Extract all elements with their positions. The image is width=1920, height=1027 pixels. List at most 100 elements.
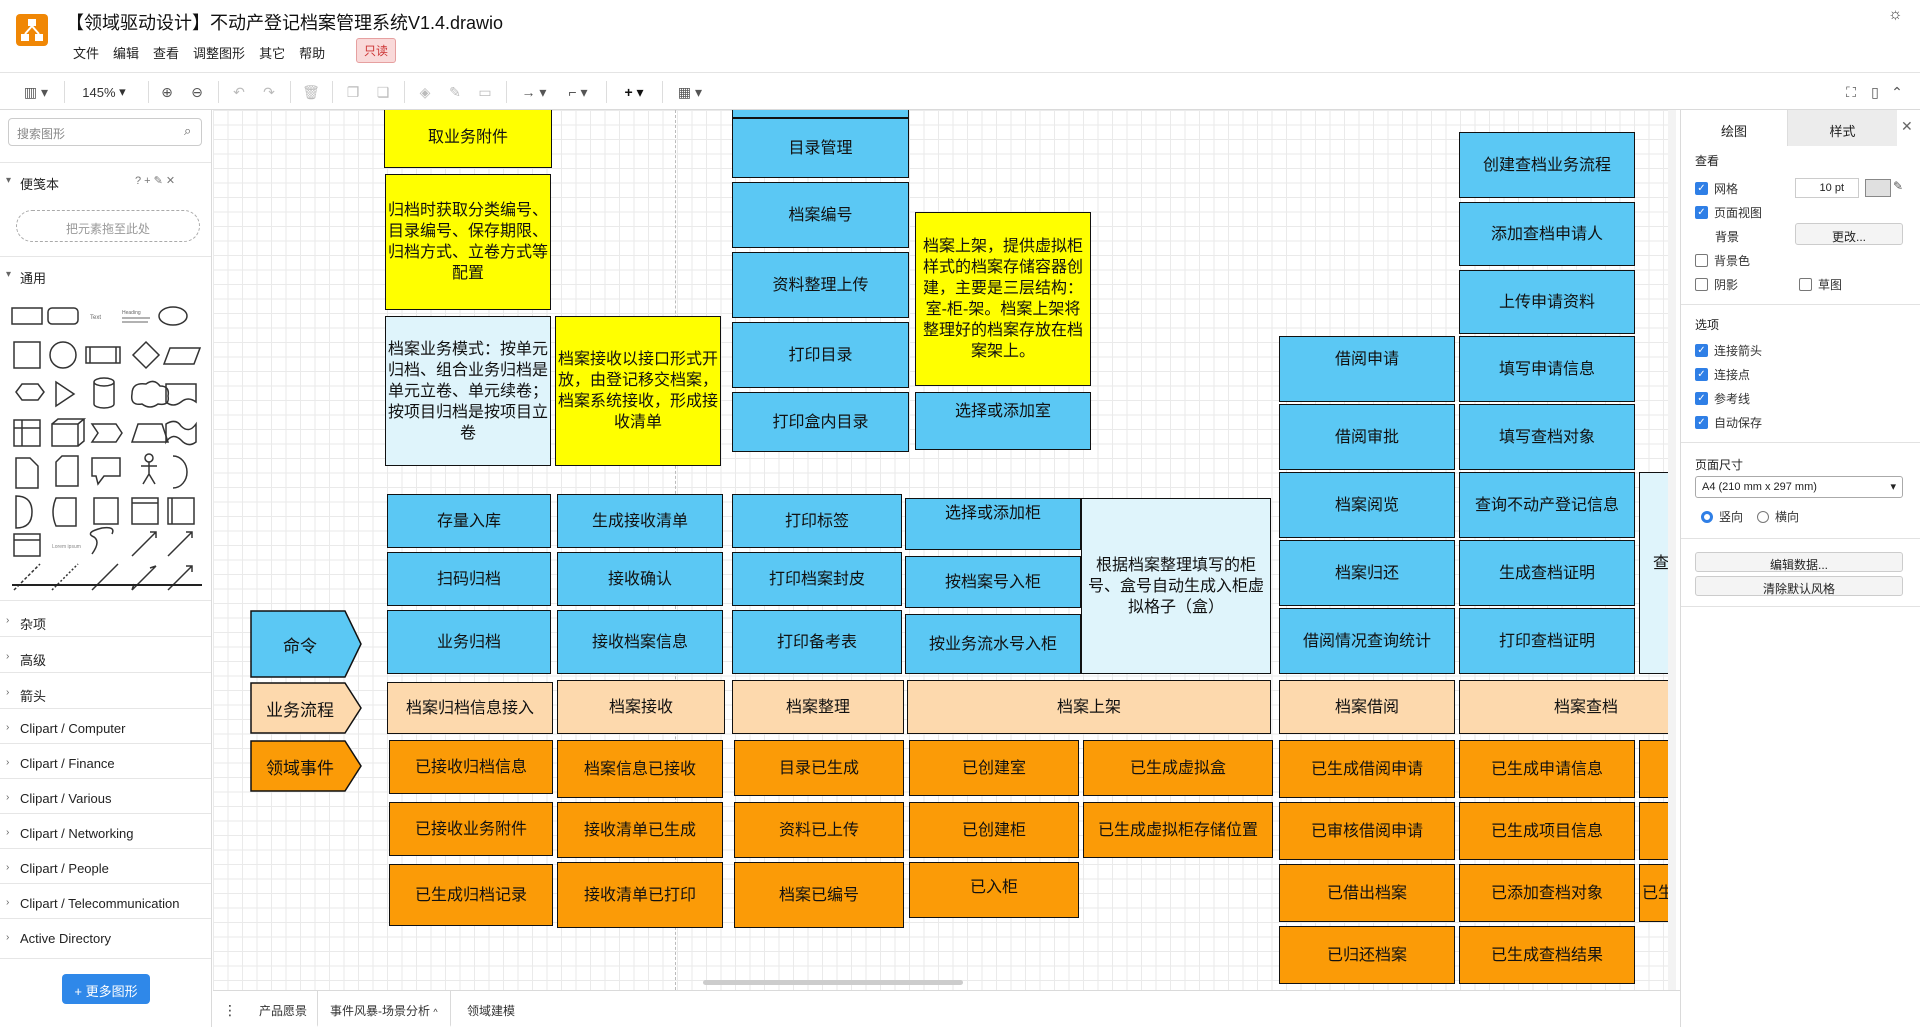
collapse-icon[interactable]: ⌃ <box>1886 81 1908 103</box>
event-box[interactable]: 已生成查档结果 <box>1459 926 1635 984</box>
menu-edit[interactable]: 编辑 <box>106 40 146 62</box>
more-shapes-button[interactable]: + 更多图形 <box>62 974 150 1004</box>
command-box[interactable]: 目录管理 <box>732 118 909 178</box>
command-box[interactable]: 借阅情况查询统计 <box>1279 608 1455 674</box>
readonly-badge[interactable]: 只读 <box>356 38 397 63</box>
command-box[interactable]: 打印标签 <box>732 494 902 548</box>
command-box[interactable]: 接收确认 <box>557 552 723 606</box>
clear-default-style-button[interactable]: 清除默认风格 <box>1695 576 1903 596</box>
menu-file[interactable]: 文件 <box>66 40 106 62</box>
section-clipart-networking[interactable]: › Clipart / Networking <box>0 818 211 848</box>
command-box[interactable]: 借阅申请 <box>1279 336 1455 402</box>
diagram-canvas[interactable]: 命令 业务流程 领域事件 取业务附件 归档时获取分类编号、目录编号、保存期限、归… <box>213 110 1670 990</box>
section-clipart-various[interactable]: › Clipart / Various <box>0 783 211 813</box>
command-box[interactable]: 填写查档对象 <box>1459 404 1635 470</box>
sticky-note[interactable]: 取业务附件 <box>384 110 552 168</box>
command-box[interactable]: 档案归还 <box>1279 540 1455 606</box>
sticky-note[interactable]: 档案接收以接口形式开放，由登记移交档案，档案系统接收，形成接收清单 <box>555 316 721 466</box>
event-box[interactable]: 接收清单已打印 <box>557 862 723 928</box>
section-advanced[interactable]: › 高级 <box>0 642 211 672</box>
toggle-format-icon[interactable]: ▯ <box>1864 81 1886 103</box>
event-box[interactable]: 已入柜 <box>909 862 1079 918</box>
scratchpad-header[interactable]: ▾ 便笺本 <box>0 166 211 196</box>
shadow-checkbox[interactable]: 阴影 <box>1695 276 1738 293</box>
section-clipart-people[interactable]: › Clipart / People <box>0 853 211 883</box>
connection-arrow-icon[interactable]: → ▾ <box>516 81 552 103</box>
event-box[interactable]: 已生成项目信息 <box>1459 802 1635 860</box>
command-box[interactable]: 按业务流水号入柜 <box>905 614 1081 674</box>
event-box-partial[interactable] <box>1639 740 1670 798</box>
tab-diagram[interactable]: 绘图 <box>1681 110 1787 146</box>
event-box[interactable]: 已审核借阅申请 <box>1279 802 1455 860</box>
event-box[interactable]: 档案信息已接收 <box>557 740 723 798</box>
zoom-select[interactable]: 145% ▾ <box>74 81 134 103</box>
section-misc[interactable]: › 杂项 <box>0 606 211 636</box>
section-clipart-finance[interactable]: › Clipart / Finance <box>0 748 211 778</box>
flow-box[interactable]: 档案借阅 <box>1279 680 1455 734</box>
edit-data-button[interactable]: 编辑数据... <box>1695 552 1903 572</box>
connection-arrows-checkbox[interactable]: ✓ 连接箭头 <box>1695 342 1762 359</box>
connection-points-checkbox[interactable]: ✓ 连接点 <box>1695 366 1750 383</box>
command-box[interactable]: 选择或添加柜 <box>905 498 1081 550</box>
event-box[interactable]: 已接收归档信息 <box>389 740 553 794</box>
event-box[interactable]: 已创建柜 <box>909 802 1079 858</box>
portrait-radio[interactable]: 竖向 <box>1701 508 1743 525</box>
command-box[interactable]: 添加查档申请人 <box>1459 202 1635 266</box>
fullscreen-icon[interactable]: ⛶ <box>1840 81 1862 103</box>
event-box[interactable]: 已创建室 <box>909 740 1079 796</box>
grid-color-swatch[interactable] <box>1865 179 1891 197</box>
close-icon[interactable]: ✕ <box>1901 118 1913 135</box>
event-box[interactable]: 已添加查档对象 <box>1459 864 1635 922</box>
vertical-scrollbar[interactable] <box>1668 110 1676 990</box>
command-box[interactable]: 打印备考表 <box>732 610 902 674</box>
shape-search-input[interactable]: 搜索图形 <box>8 118 202 146</box>
event-box[interactable]: 已生成借阅申请 <box>1279 740 1455 798</box>
command-box[interactable]: 档案阅览 <box>1279 472 1455 538</box>
command-box[interactable]: 资料整理上传 <box>732 252 909 318</box>
command-box[interactable]: 查询不动产登记信息 <box>1459 472 1635 538</box>
grid-size-input[interactable]: 10 pt <box>1795 178 1859 198</box>
menu-view[interactable]: 查看 <box>146 40 186 62</box>
bg-color-checkbox[interactable]: 背景色 <box>1695 252 1750 269</box>
theme-toggle-icon[interactable]: ☼ <box>1888 6 1908 26</box>
command-box[interactable]: 选择或添加室 <box>915 392 1091 450</box>
autosave-checkbox[interactable]: ✓ 自动保存 <box>1695 414 1762 431</box>
sticky-note[interactable]: 档案上架，提供虚拟柜样式的档案存储容器创建，主要是三层结构：室-柜-架。档案上架… <box>915 212 1091 386</box>
scratchpad-dropzone[interactable]: 把元素拖至此处 <box>16 210 200 242</box>
section-active-directory[interactable]: › Active Directory <box>0 923 211 953</box>
zoom-in-icon[interactable]: ⊕ <box>156 81 178 103</box>
command-box[interactable]: 档案编号 <box>732 182 909 248</box>
guides-checkbox[interactable]: ✓ 参考线 <box>1695 390 1750 407</box>
insert-icon[interactable]: + ▾ <box>616 81 652 103</box>
section-clipart-computer[interactable]: › Clipart / Computer <box>0 713 211 743</box>
fill-color-icon[interactable]: ◈ <box>414 81 436 103</box>
table-icon[interactable]: ▦ ▾ <box>672 81 708 103</box>
command-box[interactable]: 扫码归档 <box>387 552 551 606</box>
line-shapes-row[interactable] <box>12 584 202 586</box>
menu-help[interactable]: 帮助 <box>292 40 332 62</box>
search-icon[interactable]: ⌕ <box>184 123 191 139</box>
command-box[interactable]: 打印档案封皮 <box>732 552 902 606</box>
format-panel-icon[interactable]: ▥ ▾ <box>18 81 54 103</box>
page-tab[interactable]: 领域建模 <box>455 991 527 1027</box>
flow-box[interactable]: 档案接收 <box>557 680 725 734</box>
command-box[interactable]: 生成接收清单 <box>557 494 723 548</box>
delete-icon[interactable]: 🗑 <box>300 81 322 103</box>
event-box[interactable]: 目录已生成 <box>734 740 904 796</box>
section-arrows[interactable]: › 箭头 <box>0 678 211 708</box>
page-tab[interactable]: 产品愿景 <box>247 991 319 1027</box>
command-box[interactable]: 生成查档证明 <box>1459 540 1635 606</box>
flow-box[interactable]: 档案归档信息接入 <box>387 682 553 734</box>
to-back-icon[interactable]: ❏ <box>372 81 394 103</box>
pencil-icon[interactable]: ✎ <box>1893 179 1903 193</box>
flow-box[interactable]: 档案查档 <box>1459 680 1670 734</box>
page-view-checkbox[interactable]: ✓ 页面视图 <box>1695 204 1762 221</box>
landscape-radio[interactable]: 横向 <box>1757 508 1799 525</box>
line-color-icon[interactable]: ✎ <box>444 81 466 103</box>
redo-icon[interactable]: ↷ <box>258 81 280 103</box>
command-box[interactable]: 存量入库 <box>387 494 551 548</box>
command-box[interactable]: 上传申请资料 <box>1459 270 1635 334</box>
event-box[interactable]: 档案已编号 <box>734 862 904 928</box>
paper-size-select[interactable]: A4 (210 mm x 297 mm) ▾ <box>1695 476 1903 498</box>
event-box[interactable]: 已生成虚拟柜存储位置 <box>1083 802 1273 858</box>
